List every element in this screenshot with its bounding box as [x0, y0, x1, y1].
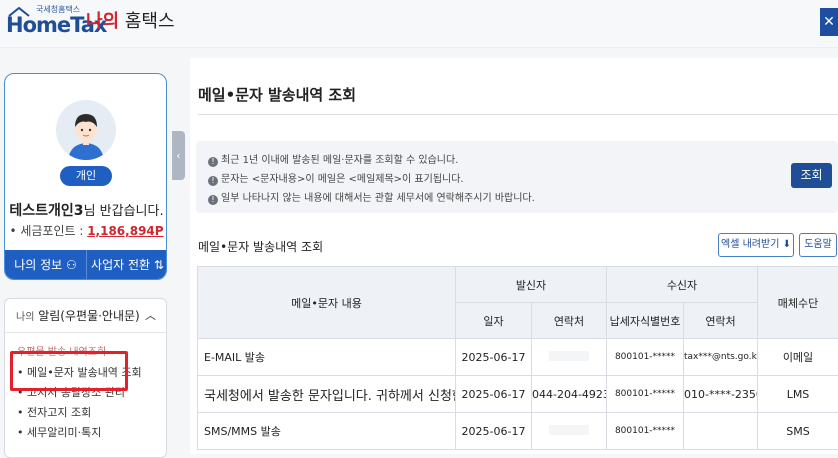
hometax-logo[interactable]: 국세청홈택스 HomeTax: [6, 4, 80, 42]
avatar: [56, 100, 116, 160]
switch-label: 사업자 전환: [91, 258, 150, 272]
cell-sender-contact: [532, 413, 607, 450]
greeting: 테스트개인3님 반갑습니다.: [5, 200, 167, 220]
info-text: 최근 1년 이내에 발송된 메일·문자를 조회할 수 있습니다.: [221, 155, 458, 166]
site-title-accent: 나의: [86, 11, 119, 32]
col-header-receiver: 수신자: [607, 267, 758, 303]
cell-content[interactable]: 국세청에서 발송한 문자입니다. 귀하께서 신청한 사업: [198, 376, 456, 413]
points-label: • 세금포인트 :: [9, 224, 87, 238]
person-icon: ⚇: [66, 258, 77, 272]
cell-date: 2025-06-17: [456, 413, 532, 450]
excel-download-button[interactable]: 엑셀 내려받기 ⬇: [718, 233, 794, 257]
masked-value: [549, 351, 589, 361]
col-header-medium: 매체수단: [758, 267, 838, 339]
info-icon: !: [208, 176, 218, 186]
excel-label: 엑셀 내려받기: [721, 239, 779, 250]
col-header-content: 메일•문자 내용: [198, 267, 456, 339]
cell-sender-contact: 044-204-4923: [532, 376, 607, 413]
collapse-sidebar-button[interactable]: ‹: [172, 131, 185, 180]
site-title-rest: 홈택스: [119, 11, 174, 32]
menu-item-e-notice[interactable]: • 전자고지 조회: [5, 403, 166, 423]
my-info-label: 나의 정보: [14, 258, 62, 272]
cell-taxid: 800101-*****: [607, 413, 684, 450]
download-icon: ⬇: [783, 239, 791, 250]
cell-medium: 이메일: [758, 339, 838, 376]
info-text: 일부 나타나지 않는 내용에 대해서는 관할 세무서에 연락해주시기 바랍니다.: [221, 193, 535, 204]
help-button[interactable]: 도움말: [799, 233, 837, 257]
highlight-box: [10, 351, 128, 391]
table-row[interactable]: SMS/MMS 발송 2025-06-17 800101-***** SMS: [198, 413, 838, 450]
cell-receiver-contact: tax***@nts.go.kr: [684, 339, 758, 376]
lookup-button[interactable]: 조회: [791, 163, 832, 188]
notice-header[interactable]: 나의 알림(우편물·안내문) ︿: [5, 299, 166, 333]
info-text: 문자는 <문자내용>이 메일은 <메일제목>이 표기됩니다.: [221, 174, 464, 185]
cell-medium: LMS: [758, 376, 838, 413]
cell-receiver-contact: 010-****-2350: [684, 376, 758, 413]
profile-actions: 나의 정보 ⚇ 사업자 전환 ⇅: [5, 250, 167, 280]
cell-content[interactable]: SMS/MMS 발송: [198, 413, 456, 450]
col-header-receiver-contact: 연락처: [684, 303, 758, 339]
switch-business-button[interactable]: 사업자 전환 ⇅: [87, 250, 167, 280]
info-icon: !: [208, 195, 218, 205]
menu-item-tax-alarm[interactable]: • 세무알리미·톡지: [5, 423, 166, 443]
info-box: !최근 1년 이내에 발송된 메일·문자를 조회할 수 있습니다. !문자는 <…: [196, 141, 838, 213]
notice-head-title: 알림(우편물·안내문): [34, 309, 139, 323]
table-row[interactable]: E-MAIL 발송 2025-06-17 800101-***** tax***…: [198, 339, 838, 376]
close-icon[interactable]: ✕: [820, 8, 838, 36]
page-title: 메일•문자 발송내역 조회: [198, 84, 356, 105]
info-line: !최근 1년 이내에 발송된 메일·문자를 조회할 수 있습니다.: [208, 151, 458, 167]
divider: [198, 114, 838, 115]
top-header: 국세청홈택스 HomeTax 나의 홈택스 ✕: [0, 0, 838, 48]
site-title: 나의 홈택스: [86, 7, 175, 33]
table-row[interactable]: 국세청에서 발송한 문자입니다. 귀하께서 신청한 사업 2025-06-17 …: [198, 376, 838, 413]
tax-points: • 세금포인트 : 1,186,894P: [5, 222, 167, 239]
info-icon: !: [208, 157, 218, 167]
cell-date: 2025-06-17: [456, 376, 532, 413]
profile-card: 개인 테스트개인3님 반갑습니다. • 세금포인트 : 1,186,894P 나…: [4, 73, 167, 280]
chevron-up-icon[interactable]: ︿: [145, 299, 156, 333]
notice-head-prefix: 나의: [16, 312, 34, 323]
main-content: 메일•문자 발송내역 조회 !최근 1년 이내에 발송된 메일·문자를 조회할 …: [190, 58, 838, 454]
cell-date: 2025-06-17: [456, 339, 532, 376]
swap-icon: ⇅: [154, 258, 164, 272]
cell-content[interactable]: E-MAIL 발송: [198, 339, 456, 376]
section-title: 메일•문자 발송내역 조회: [198, 238, 323, 255]
my-info-button[interactable]: 나의 정보 ⚇: [5, 250, 87, 280]
col-header-sender-contact: 연락처: [532, 303, 607, 339]
cell-receiver-contact: [684, 413, 758, 450]
history-table: 메일•문자 내용 발신자 수신자 매체수단 일자 연락처 납세자식별번호 연락처…: [197, 266, 838, 450]
cell-taxid: 800101-*****: [607, 376, 684, 413]
masked-value: [549, 425, 589, 435]
points-value[interactable]: 1,186,894P: [87, 224, 163, 238]
greeting-suffix: 님 반갑습니다.: [84, 204, 164, 219]
user-name: 테스트개인3: [9, 203, 83, 219]
info-line: !일부 나타나지 않는 내용에 대해서는 관할 세무서에 연락해주시기 바랍니다…: [208, 189, 535, 205]
info-line: !문자는 <문자내용>이 메일은 <메일제목>이 표기됩니다.: [208, 170, 464, 186]
cell-medium: SMS: [758, 413, 838, 450]
cell-sender-contact: [532, 339, 607, 376]
cell-taxid: 800101-*****: [607, 339, 684, 376]
user-type-badge: 개인: [60, 166, 112, 186]
col-header-sender: 발신자: [456, 267, 607, 303]
col-header-date: 일자: [456, 303, 532, 339]
col-header-taxid: 납세자식별번호: [607, 303, 684, 339]
